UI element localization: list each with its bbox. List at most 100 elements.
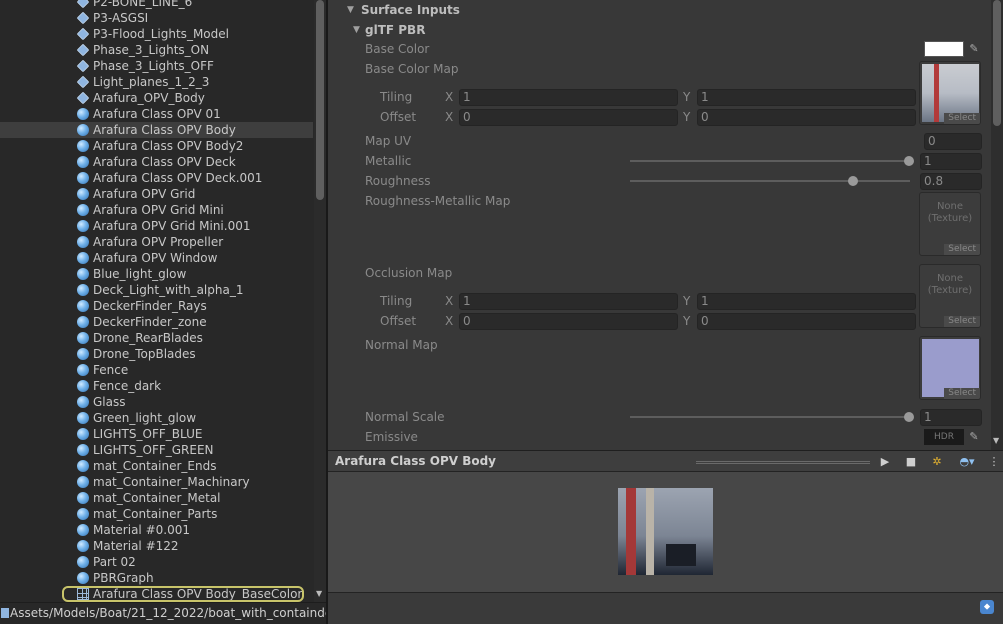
roughness-slider-track[interactable] [630, 180, 910, 182]
normal-scale-field[interactable]: 1 [920, 409, 982, 426]
project-item[interactable]: Phase_3_Lights_ON [0, 42, 313, 58]
occlusion-offset-y-field[interactable]: 0 [697, 313, 916, 330]
occlusion-offset-x-field[interactable]: 0 [459, 313, 678, 330]
project-item[interactable]: mat_Container_Ends [0, 458, 313, 474]
project-item[interactable]: Light_planes_1_2_3 [0, 74, 313, 90]
select-button[interactable]: Select [944, 388, 980, 399]
project-item[interactable]: P2-BONE_LINE_6 [0, 0, 313, 10]
offset-label: Offset [380, 314, 417, 328]
project-item[interactable]: Blue_light_glow [0, 266, 313, 282]
project-item[interactable]: Arafura OPV Grid Mini.001 [0, 218, 313, 234]
project-item[interactable]: DeckerFinder_Rays [0, 298, 313, 314]
scroll-down-arrow-icon[interactable]: ▼ [316, 589, 322, 598]
project-item[interactable]: Arafura OPV Propeller [0, 234, 313, 250]
roughness-metallic-map-slot[interactable]: None (Texture) Select [919, 192, 981, 256]
tiling-y-field[interactable]: 1 [697, 89, 916, 106]
map-uv-field[interactable]: 0 [924, 133, 982, 150]
inspector-scrollbar[interactable]: ▼ [991, 0, 1003, 450]
occlusion-map-slot[interactable]: None (Texture) Select [919, 264, 981, 328]
metallic-field[interactable]: 1 [920, 153, 982, 170]
project-item[interactable]: Arafura Class OPV 01 [0, 106, 313, 122]
project-item-label: Arafura Class OPV 01 [93, 107, 221, 121]
project-item[interactable]: Fence [0, 362, 313, 378]
project-item[interactable]: Fence_dark [0, 378, 313, 394]
drag-handle[interactable] [696, 461, 870, 464]
light-icon[interactable]: ✲ [928, 454, 946, 470]
none-texture-text: None (Texture) [927, 273, 973, 296]
material-icon [77, 284, 89, 296]
sphere-preview-icon[interactable]: ◓▾ [954, 454, 980, 470]
project-item[interactable]: mat_Container_Parts [0, 506, 313, 522]
play-icon[interactable]: ▶ [876, 454, 894, 470]
project-item[interactable]: Arafura OPV Window [0, 250, 313, 266]
project-item[interactable]: Arafura Class OPV Body [0, 122, 313, 138]
project-scrollbar[interactable]: ▼ [314, 0, 326, 602]
project-item[interactable]: Material #122 [0, 538, 313, 554]
material-icon [77, 364, 89, 376]
material-icon [77, 348, 89, 360]
select-button[interactable]: Select [944, 316, 980, 327]
base-color-swatch[interactable] [924, 41, 964, 57]
section-surface-inputs[interactable]: Surface Inputs [361, 3, 460, 17]
project-item[interactable]: mat_Container_Metal [0, 490, 313, 506]
select-button[interactable]: Select [944, 244, 980, 255]
foldout-arrow-icon[interactable]: ▼ [353, 25, 360, 35]
emissive-hdr-color[interactable]: HDR [924, 429, 964, 445]
project-item[interactable]: Green_light_glow [0, 410, 313, 426]
project-item[interactable]: Arafura Class OPV Body2 [0, 138, 313, 154]
tag-icon[interactable]: ⬥ [980, 600, 994, 614]
emissive-label: Emissive [365, 430, 418, 444]
project-item-label: P3-Flood_Lights_Model [93, 27, 229, 41]
project-item[interactable]: Glass [0, 394, 313, 410]
project-item[interactable]: mat_Container_Machinary [0, 474, 313, 490]
roughness-field[interactable]: 0.8 [920, 173, 982, 190]
project-item[interactable]: PBRGraph [0, 570, 313, 586]
metallic-slider-knob[interactable] [904, 156, 914, 166]
normal-map-slot[interactable]: Select [919, 336, 981, 400]
project-item[interactable]: Arafura Class OPV Deck [0, 154, 313, 170]
project-item[interactable]: Drone_RearBlades [0, 330, 313, 346]
occlusion-tiling-x-field[interactable]: 1 [459, 293, 678, 310]
section-gltf-pbr[interactable]: glTF PBR [365, 23, 425, 37]
asset-labels-bar: ⬥ [328, 592, 1003, 624]
project-item[interactable]: Material #0.001 [0, 522, 313, 538]
occlusion-tiling-y-field[interactable]: 1 [697, 293, 916, 310]
scroll-down-arrow-icon[interactable]: ▼ [993, 436, 999, 445]
x-label: X [445, 294, 454, 308]
project-item[interactable]: Arafura OPV Grid [0, 186, 313, 202]
normal-scale-slider-knob[interactable] [904, 412, 914, 422]
eyedropper-icon[interactable]: ✎ [966, 429, 982, 445]
project-item[interactable]: Deck_Light_with_alpha_1 [0, 282, 313, 298]
offset-x-field[interactable]: 0 [459, 109, 678, 126]
inspector-scroll-thumb[interactable] [993, 0, 1001, 126]
eyedropper-icon[interactable]: ✎ [966, 41, 982, 57]
normal-scale-label: Normal Scale [365, 410, 445, 424]
project-item[interactable]: P3-Flood_Lights_Model [0, 26, 313, 42]
normal-scale-slider-track[interactable] [630, 416, 910, 418]
project-item[interactable]: Arafura_OPV_Body [0, 90, 313, 106]
project-item[interactable]: LIGHTS_OFF_GREEN [0, 442, 313, 458]
select-button[interactable]: Select [944, 113, 980, 124]
none-texture-text: None (Texture) [927, 201, 973, 224]
project-item[interactable]: Part 02 [0, 554, 313, 570]
roughness-slider-knob[interactable] [848, 176, 858, 186]
foldout-arrow-icon[interactable]: ▼ [347, 5, 354, 15]
project-item[interactable]: Drone_TopBlades [0, 346, 313, 362]
stop-icon[interactable]: ■ [902, 454, 920, 470]
metallic-slider-track[interactable] [630, 160, 910, 162]
project-item[interactable]: Phase_3_Lights_OFF [0, 58, 313, 74]
material-icon [77, 204, 89, 216]
project-item[interactable]: P3-ASGSI [0, 10, 313, 26]
project-scroll-thumb[interactable] [316, 0, 324, 200]
material-icon [77, 524, 89, 536]
project-item[interactable]: LIGHTS_OFF_BLUE [0, 426, 313, 442]
more-options-icon[interactable]: ⋮ [985, 454, 1003, 470]
material-icon [77, 540, 89, 552]
tiling-x-field[interactable]: 1 [459, 89, 678, 106]
offset-y-field[interactable]: 0 [697, 109, 916, 126]
base-color-map-slot[interactable]: Select [919, 61, 981, 125]
project-item[interactable]: DeckerFinder_zone [0, 314, 313, 330]
project-item[interactable]: Arafura OPV Grid Mini [0, 202, 313, 218]
project-item[interactable]: Arafura Class OPV Deck.001 [0, 170, 313, 186]
material-icon [77, 124, 89, 136]
